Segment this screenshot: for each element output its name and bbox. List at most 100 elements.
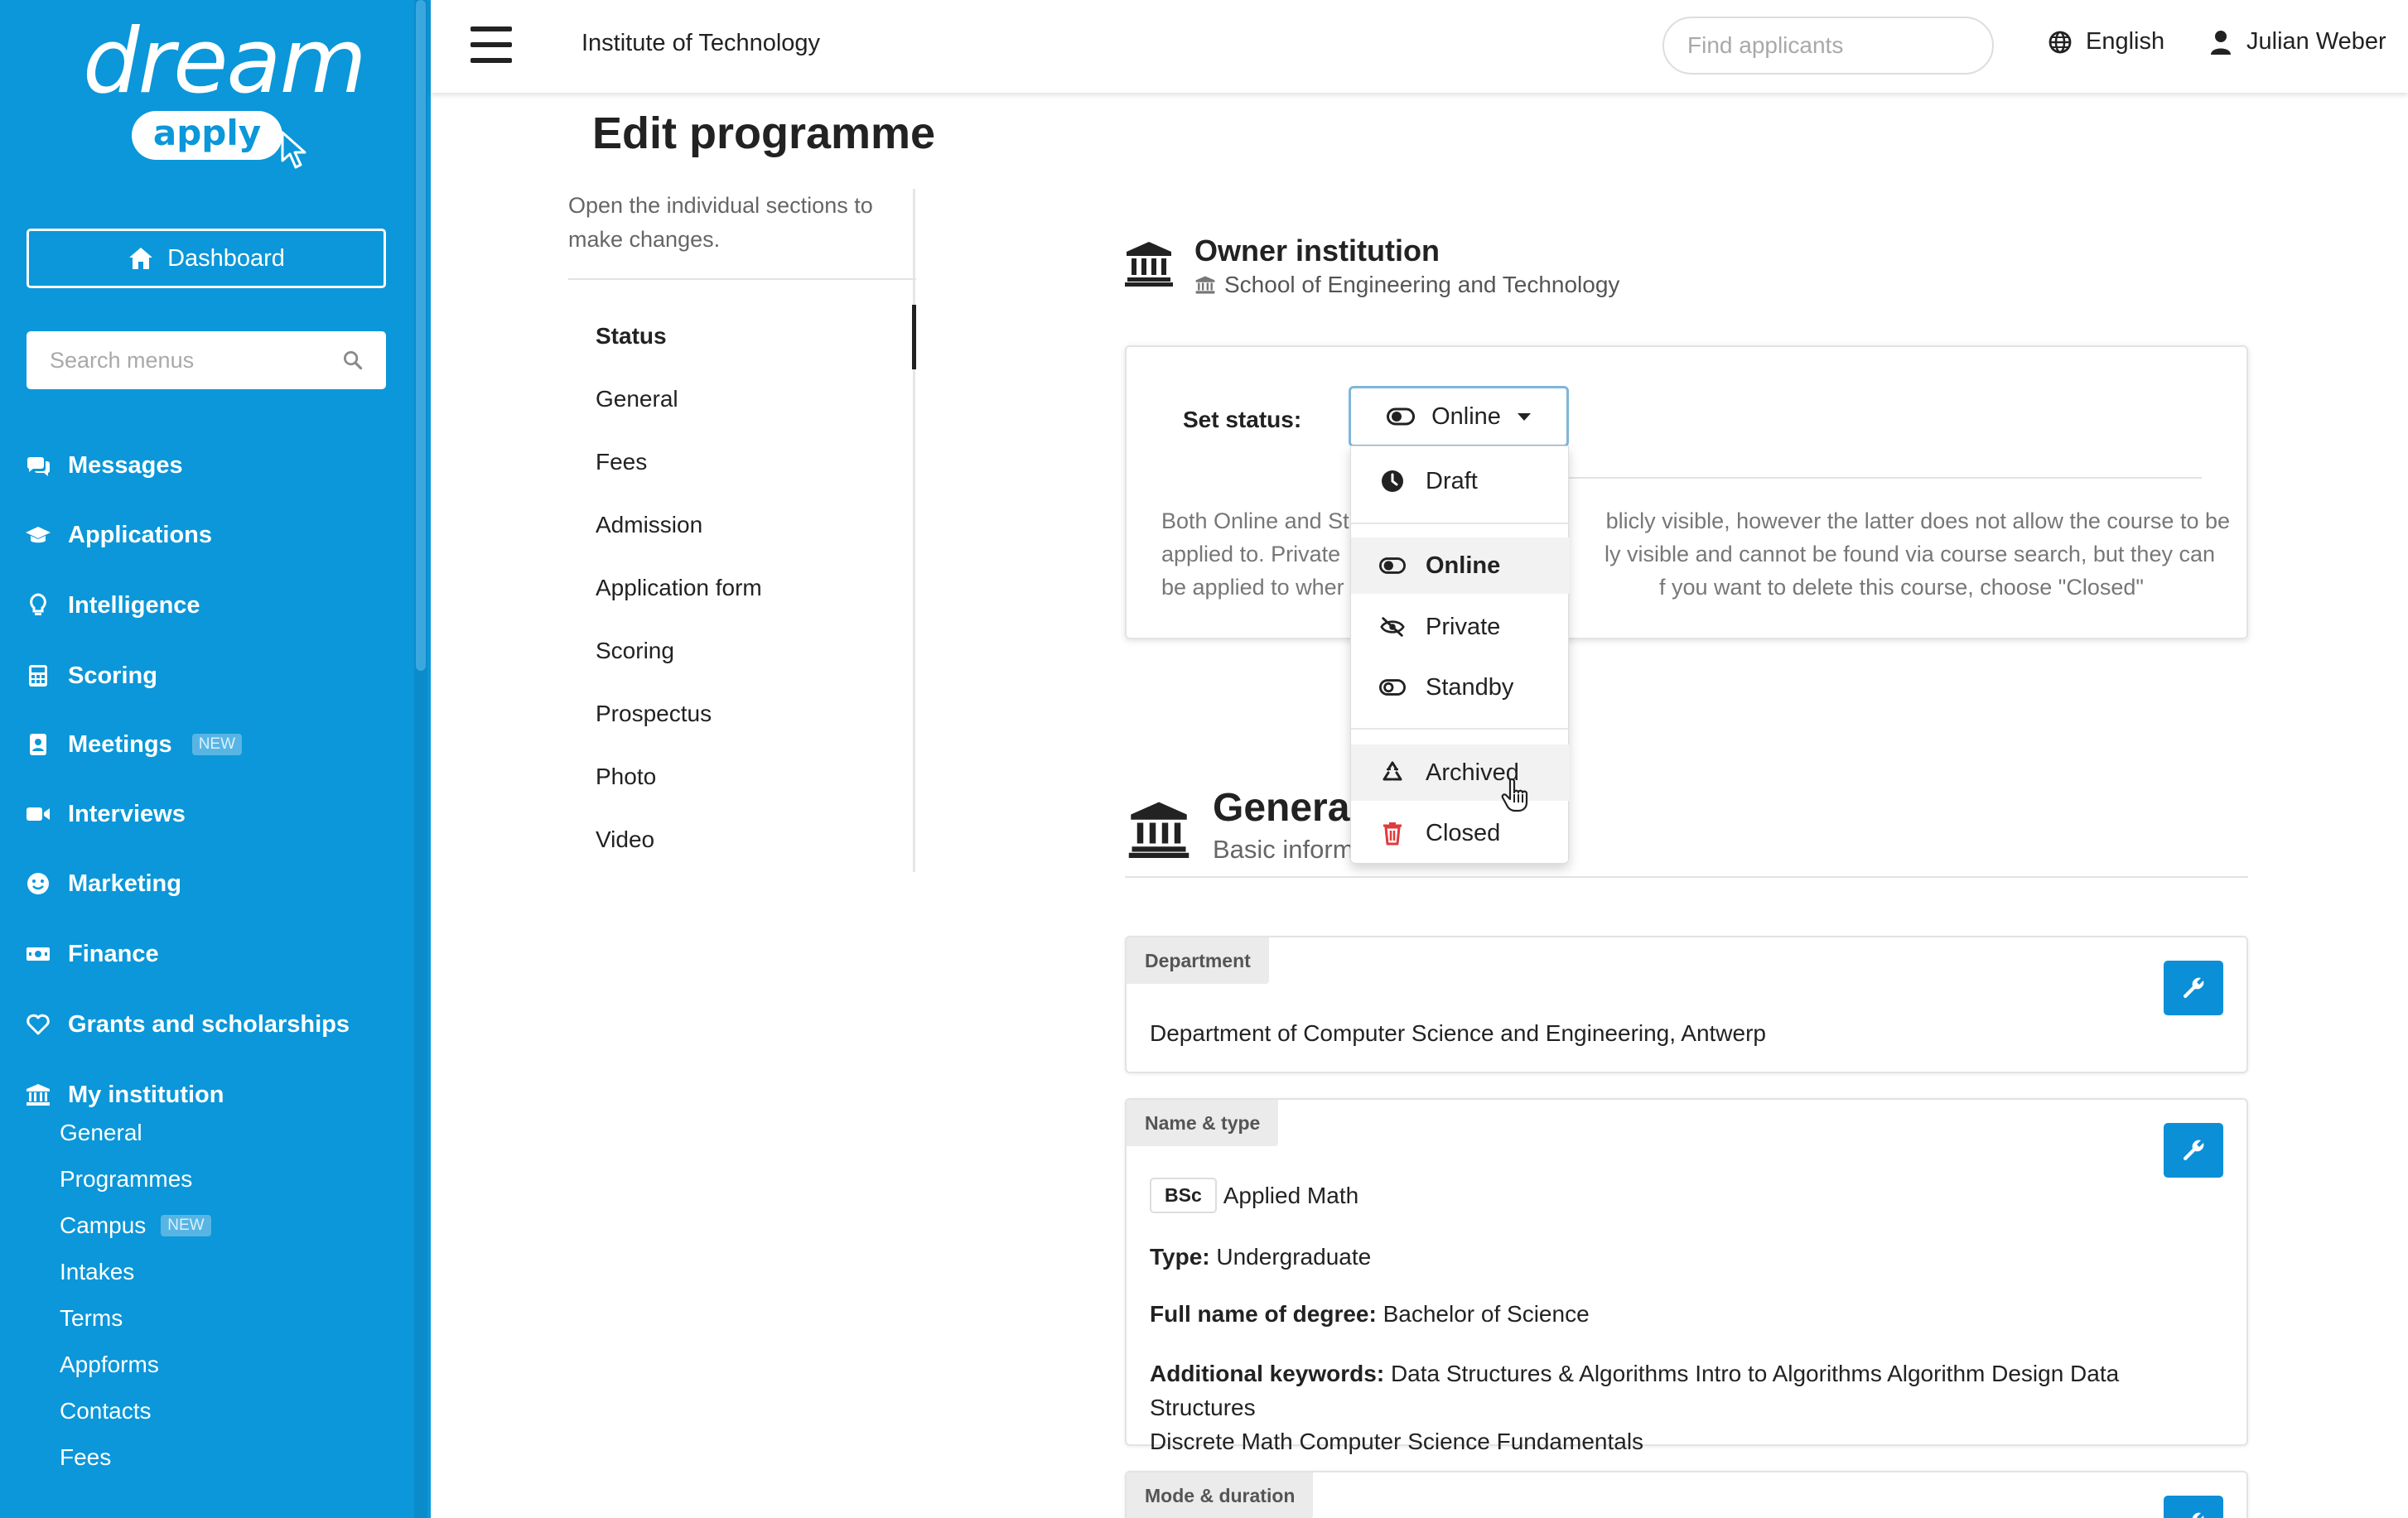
contact-book-icon (30, 734, 46, 755)
sidebar-subitem-fees[interactable]: Fees (60, 1439, 111, 1476)
degree-label: Full name of degree: (1150, 1301, 1377, 1327)
section-link-fees[interactable]: Fees (596, 449, 647, 475)
hand-pointer-cursor-icon (1501, 778, 1528, 812)
sidebar-item-interviews[interactable]: Interviews (25, 793, 186, 835)
logo-wordmark: dream (83, 10, 367, 113)
sidebar-subitem-campus[interactable]: Campus NEW (60, 1207, 211, 1244)
messages-icon (27, 457, 51, 476)
programme-name: Applied Math (1223, 1182, 1359, 1208)
sidebar-item-label: My institution (68, 1081, 224, 1108)
sidebar-item-label: Applications (68, 521, 213, 548)
wrench-icon (2192, 1512, 2204, 1518)
sidebar-item-finance[interactable]: Finance (25, 933, 159, 975)
owner-institution-name: School of Engineering and Technology (1224, 272, 1620, 297)
graduation-cap-icon (26, 527, 51, 543)
search-icon[interactable] (343, 348, 363, 373)
owner-institution-value: School of Engineering and Technology (1194, 272, 1619, 298)
status-option-draft[interactable]: Draft (1351, 453, 1570, 509)
status-option-archived[interactable]: Archived (1351, 745, 1570, 801)
status-help-text: Both Online and St blicly visible, howev… (1161, 504, 2230, 604)
user-menu[interactable]: Julian Weber (2210, 28, 2386, 55)
section-link-status[interactable]: Status (596, 323, 667, 349)
mode-duration-card: Mode & duration (1125, 1471, 2248, 1518)
edit-department-button[interactable] (2164, 961, 2223, 1015)
sidebar-subitem-label: Intakes (60, 1259, 135, 1284)
section-link-application-form[interactable]: Application form (596, 575, 762, 601)
sidebar-subitem-label: Programmes (60, 1166, 193, 1192)
sidebar-subitem-terms[interactable]: Terms (60, 1300, 123, 1337)
status-option-private[interactable]: Private (1351, 599, 1570, 655)
sidebar-item-label: Interviews (68, 800, 186, 827)
sidebar-item-messages[interactable]: Messages (25, 445, 183, 486)
department-value: Department of Computer Science and Engin… (1150, 1020, 1766, 1046)
owner-institution-title: Owner institution (1194, 234, 1440, 267)
degree-value: Bachelor of Science (1383, 1301, 1590, 1327)
toggle-on-icon (1387, 407, 1416, 426)
sidebar-scrollbar-thumb[interactable] (416, 0, 426, 671)
section-link-general[interactable]: General (596, 386, 678, 412)
general-divider (1125, 876, 2248, 878)
programme-name-row: BSc Applied Math (1150, 1178, 1358, 1213)
sidebar-item-scoring[interactable]: Scoring (25, 655, 157, 696)
sidebar-subitem-contacts[interactable]: Contacts (60, 1393, 152, 1429)
trash-icon (1383, 822, 1402, 846)
dreamapply-logo[interactable]: dream apply (83, 8, 367, 186)
language-selector[interactable]: English (2048, 28, 2164, 55)
section-link-video[interactable]: Video (596, 826, 654, 853)
sidebar-item-intelligence[interactable]: Intelligence (25, 585, 200, 626)
logo-badge: apply (131, 111, 306, 169)
programme-type: Type: Undergraduate (1150, 1244, 1371, 1270)
help-text-fragment: be applied to wher (1161, 575, 1344, 600)
section-link-admission[interactable]: Admission (596, 512, 702, 538)
logo-badge-text: apply (152, 113, 262, 153)
degree-badge: BSc (1150, 1178, 1217, 1213)
keywords-value: Discrete Math Computer Science Fundament… (1150, 1429, 1644, 1454)
sidebar-subitem-label: Campus (60, 1212, 147, 1238)
sidebar-subitem-intakes[interactable]: Intakes (60, 1254, 134, 1290)
institution-icon (1125, 242, 1173, 287)
sidebar-subitem-programmes[interactable]: Programmes (60, 1161, 192, 1198)
edit-mode-duration-button[interactable] (2164, 1496, 2223, 1518)
sidebar-subitem-general[interactable]: General (60, 1115, 142, 1151)
sidebar-item-label: Finance (68, 940, 159, 967)
section-link-scoring[interactable]: Scoring (596, 638, 674, 664)
sidebar-item-grants[interactable]: Grants and scholarships (25, 1004, 350, 1045)
new-badge: NEW (161, 1215, 211, 1236)
hamburger-menu-icon[interactable] (471, 27, 512, 63)
department-card: Department Department of Computer Scienc… (1125, 936, 2248, 1073)
menu-search-input[interactable] (50, 347, 343, 373)
language-label: English (2086, 28, 2165, 55)
institution-icon (27, 1084, 50, 1106)
toggle-on-icon (1379, 557, 1406, 574)
sidebar-item-label: Scoring (68, 662, 157, 689)
sidebar-subitem-label: Fees (60, 1444, 112, 1470)
applicant-search (1662, 17, 1994, 75)
heart-icon (27, 1014, 50, 1035)
intro-text: Open the individual sections to make cha… (568, 193, 873, 252)
status-option-closed[interactable]: Closed (1351, 805, 1570, 861)
type-label: Type: (1150, 1244, 1210, 1270)
sidebar-subitem-appforms[interactable]: Appforms (60, 1347, 159, 1383)
sidebar-item-meetings[interactable]: Meetings NEW (25, 724, 243, 765)
keywords-label: Additional keywords: (1150, 1361, 1385, 1386)
sidebar-item-label: Intelligence (68, 591, 200, 619)
sidebar-item-applications[interactable]: Applications (25, 514, 212, 556)
status-option-online[interactable]: Online (1351, 537, 1570, 594)
dashboard-button[interactable]: Dashboard (27, 229, 386, 288)
name-type-card: Name & type BSc Applied Math Type: Under… (1125, 1098, 2248, 1454)
sidebar-item-my-institution[interactable]: My institution (25, 1074, 224, 1116)
status-dropdown-menu: Draft Online Private Standby Archived Cl… (1350, 446, 1570, 864)
edit-name-type-button[interactable] (2164, 1123, 2223, 1178)
sidebar-scrollbar[interactable] (414, 0, 427, 1518)
status-option-standby[interactable]: Standby (1351, 659, 1570, 716)
dropdown-divider (1351, 728, 1570, 730)
section-link-prospectus[interactable]: Prospectus (596, 701, 712, 727)
globe-icon (2048, 31, 2072, 53)
status-option-label: Private (1426, 613, 1501, 640)
eye-slash-icon (1380, 617, 1405, 637)
sidebar-subitem-label: General (60, 1120, 142, 1145)
status-select[interactable]: Online (1349, 386, 1569, 447)
section-link-photo[interactable]: Photo (596, 764, 656, 790)
applicant-search-input[interactable] (1687, 32, 1986, 59)
sidebar-item-marketing[interactable]: Marketing (25, 863, 181, 904)
